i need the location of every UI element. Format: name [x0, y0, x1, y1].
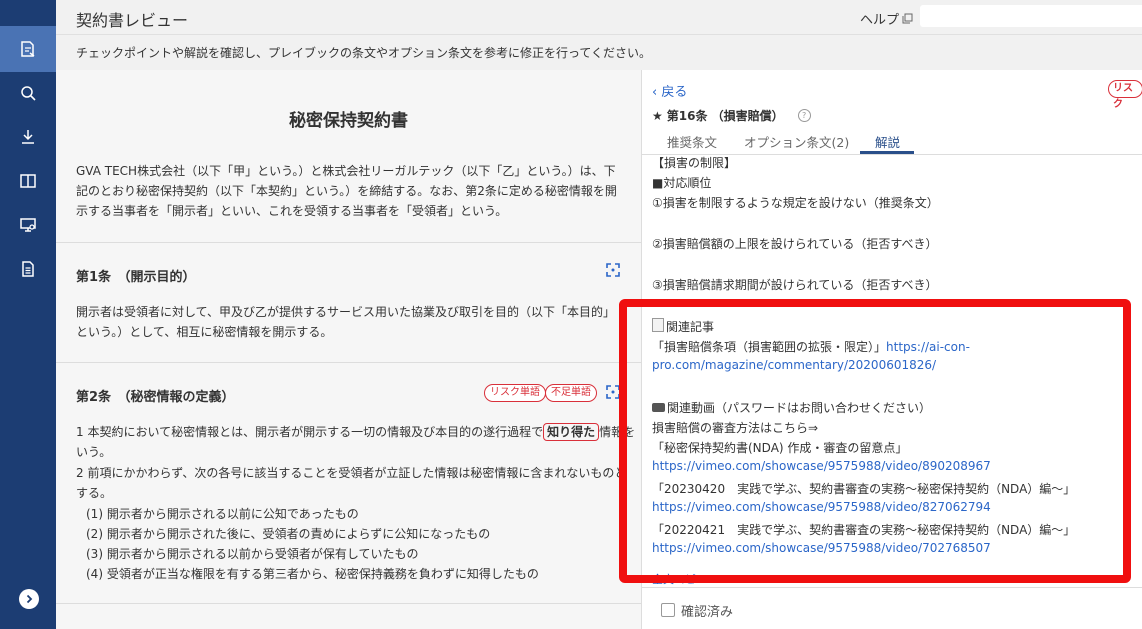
confirmed-label[interactable]: 確認済み: [681, 601, 733, 620]
star-icon[interactable]: ★: [652, 109, 663, 123]
page-title: 契約書レビュー: [76, 11, 189, 30]
explanation-panel: ‹ 戻る リスク ★ 第16条 （損害賠償） ? 推奨条文 オプション条文(2)…: [641, 70, 1142, 629]
list-item: (1) 開示者から開示される以前に公知であったもの: [86, 507, 359, 521]
document-review-icon[interactable]: [0, 26, 56, 72]
video-link[interactable]: https://vimeo.com/showcase/9575988/video…: [652, 459, 991, 473]
camera-icon: [652, 403, 665, 412]
explanation-line: ①損害を制限するような規定を設けない（推奨条文）: [652, 196, 939, 210]
compare-icon[interactable]: [0, 158, 56, 204]
explanation-line: 「20230420 実践で学ぶ、契約書審査の実務〜秘密保持契約（NDA）編〜」: [652, 482, 1076, 496]
instruction-bar: チェックポイントや解説を確認し、プレイブックの条文やオプション条文を参考に修正を…: [56, 34, 1142, 71]
download-icon[interactable]: [0, 114, 56, 160]
expand-icon[interactable]: [605, 384, 621, 400]
help-label: ヘルプ: [860, 13, 900, 28]
search-icon[interactable]: [0, 70, 56, 116]
video-link[interactable]: https://vimeo.com/showcase/9575988/video…: [652, 541, 991, 555]
help-link[interactable]: ヘルプ: [860, 9, 913, 28]
highlighted-term[interactable]: 知り得た: [543, 423, 600, 441]
panel-footer: 確認済み: [642, 587, 1142, 629]
explanation-line: 【損害の制限】: [652, 156, 737, 170]
related-video-heading: 関連動画（パスワードはお問い合わせください）: [652, 399, 931, 416]
sidebar: [0, 0, 56, 629]
list-item: (2) 開示者から開示された後に、受領者の責めによらずに公知になったもの: [86, 527, 491, 541]
external-link-icon: [902, 13, 913, 24]
instruction-text: チェックポイントや解説を確認し、プレイブックの条文やオプション条文を参考に修正を…: [76, 46, 652, 60]
document-list-icon[interactable]: [0, 246, 56, 292]
document-header-section: 秘密保持契約書 GVA TECH株式会社（以下「甲」という。）と株式会社リーガル…: [56, 70, 641, 243]
tab-options[interactable]: オプション条文(2): [744, 132, 849, 151]
help-circle-icon[interactable]: ?: [797, 109, 811, 122]
chevron-left-icon: ‹: [652, 85, 658, 100]
related-article-heading: 関連記事: [652, 318, 714, 335]
confirmed-checkbox[interactable]: [661, 603, 675, 617]
article-2-para-2: 2 前項にかかわらず、次の各号に該当することを受領者が立証した情報は秘密情報に含…: [76, 466, 627, 500]
article-1-section[interactable]: 第1条 （開示目的） 開示者は受領者に対して、甲及び乙が提供するサービス用いた協…: [56, 243, 641, 363]
explanation-line: 損害賠償の審査方法はこちら⇒: [652, 421, 819, 435]
explanation-line: ③損害賠償請求期間が設けられている（拒否すべき）: [652, 278, 938, 292]
article-link[interactable]: https://ai-con-: [886, 340, 970, 354]
preamble-text: GVA TECH株式会社（以下「甲」という。）と株式会社リーガルテック（以下「乙…: [76, 164, 617, 218]
video-link[interactable]: https://vimeo.com/showcase/9575988/video…: [652, 500, 991, 514]
tab-recommended[interactable]: 推奨条文: [667, 132, 717, 151]
chevron-right-icon[interactable]: [19, 589, 39, 609]
explanation-line: ②損害賠償額の上限を設けられている（拒否すべき）: [652, 237, 938, 251]
document-icon: [652, 318, 664, 332]
list-item: (3) 開示者から開示される以前から受領者が保有していたもの: [86, 547, 419, 561]
article-2-para-1: 1 本契約において秘密情報とは、開示者が開示する一切の情報及び本目的の遂行過程で…: [76, 423, 636, 459]
search-input[interactable]: [920, 5, 1142, 27]
article-title: ★ 第16条 （損害賠償） ?: [652, 107, 811, 124]
risk-word-tag[interactable]: リスク単語: [484, 384, 546, 402]
explanation-line: ■対応順位: [652, 176, 712, 190]
risk-badge: リスク: [1108, 80, 1142, 110]
article-1-heading: 第1条 （開示目的）: [76, 270, 196, 285]
tab-active-indicator: [860, 151, 914, 154]
article-1-body: 開示者は受領者に対して、甲及び乙が提供するサービス用いた協業及び取引を目的（以下…: [76, 305, 616, 339]
missing-word-tag[interactable]: 不足単語: [545, 384, 597, 402]
document-title: 秘密保持契約書: [289, 111, 408, 131]
back-button[interactable]: ‹ 戻る: [652, 81, 687, 100]
explanation-line: 「20220421 実践で学ぶ、契約書審査の実務〜秘密保持契約（NDA）編〜」: [652, 523, 1076, 537]
list-item: (4) 受領者が正当な権限を有する第三者から、秘密保持義務を負わずに知得したもの: [86, 567, 539, 581]
article-2-heading: 第2条 （秘密情報の定義）: [76, 390, 235, 405]
article-2-section[interactable]: 第2条 （秘密情報の定義） リスク単語 不足単語 1 本契約において秘密情報とは…: [56, 363, 641, 604]
related-article-line: 「損害賠償条項（損害範囲の拡張・限定）」https://ai-con-: [652, 340, 970, 354]
explanation-line: 「秘密保持契約書(NDA) 作成・審査の留意点」: [652, 441, 908, 455]
article-3-section[interactable]: [56, 604, 641, 629]
tab-bar: 推奨条文 オプション条文(2) 解説: [642, 130, 1142, 155]
monitor-settings-icon[interactable]: [0, 202, 56, 248]
expand-icon[interactable]: [605, 262, 621, 278]
header: 契約書レビュー ヘルプ: [56, 0, 1142, 34]
article-link[interactable]: pro.com/magazine/commentary/20200601826/: [652, 358, 936, 372]
copy-all-button[interactable]: 全文コピー: [652, 571, 707, 587]
tab-explanation[interactable]: 解説: [875, 132, 900, 151]
document-pane: 秘密保持契約書 GVA TECH株式会社（以下「甲」という。）と株式会社リーガル…: [56, 70, 641, 629]
